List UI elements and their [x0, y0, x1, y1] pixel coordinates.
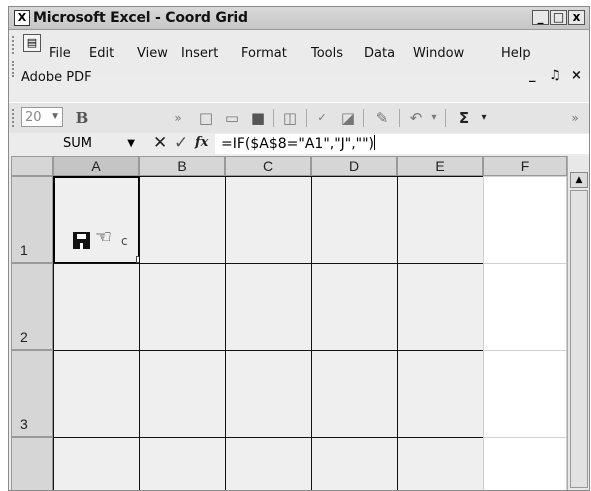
cell-d4[interactable]	[311, 437, 398, 490]
cell-e1[interactable]	[397, 176, 484, 264]
format-painter-icon[interactable]: ✎	[371, 108, 393, 128]
scroll-up-icon[interactable]: ▲	[570, 172, 588, 188]
toolbar-separator	[363, 109, 364, 127]
cancel-icon[interactable]: ✕	[153, 133, 167, 153]
vertical-scrollbar[interactable]: ▲	[567, 156, 589, 490]
cell-c2[interactable]	[225, 263, 312, 351]
scroll-thumb[interactable]	[570, 190, 588, 488]
open-folder-icon[interactable]: ▭	[221, 108, 243, 128]
floppy-disk-icon	[73, 232, 90, 249]
autosum-button[interactable]: Σ	[453, 108, 475, 128]
name-box-value: SUM	[63, 136, 92, 151]
select-all-button[interactable]	[11, 156, 53, 176]
menu-data[interactable]: Data	[364, 46, 395, 61]
mdi-close-button[interactable]: ×	[571, 68, 582, 83]
formatting-toolbar: 20 ▼ B » □ ▭ ■ ◫ ✓ ◪ ✎ ↶ ▾ Σ ▾ »	[9, 102, 589, 134]
font-size-value: 20	[25, 110, 42, 125]
cell-c3[interactable]	[225, 350, 312, 438]
menu-bar: ▤ File Edit View Insert Format Tools Dat…	[9, 30, 589, 85]
mdi-minimize-button[interactable]: _	[529, 68, 536, 83]
toolbar-separator	[445, 109, 446, 127]
cell-b4[interactable]	[139, 437, 226, 490]
cell-c1[interactable]	[225, 176, 312, 264]
row-header-4[interactable]	[11, 437, 53, 490]
cell-d2[interactable]	[311, 263, 398, 351]
minimize-button[interactable]: _	[532, 10, 549, 25]
research-icon[interactable]: ◪	[337, 108, 359, 128]
title-bar: X Microsoft Excel - Coord Grid _ □ x	[9, 7, 589, 30]
bold-button[interactable]: B	[71, 108, 93, 128]
row-header-3[interactable]: 3	[11, 350, 53, 437]
save-icon[interactable]: ■	[247, 108, 269, 128]
window-title: Microsoft Excel - Coord Grid	[33, 10, 248, 26]
worksheet-grid: A B C D E F 1 2 3 ☜ c ▲	[9, 156, 589, 490]
toolbar-grip[interactable]	[12, 109, 17, 127]
cell-a4[interactable]	[53, 437, 140, 490]
formula-input[interactable]: =IF($A$8="A1","J","")	[215, 134, 589, 154]
menu-view[interactable]: View	[137, 46, 168, 61]
cell-f3[interactable]	[483, 350, 567, 438]
cell-e3[interactable]	[397, 350, 484, 438]
cell-b1[interactable]	[139, 176, 226, 264]
toolbar-options-icon[interactable]: »	[167, 108, 189, 128]
cell-f2[interactable]	[483, 263, 567, 351]
toolbar-separator	[306, 109, 307, 127]
row-header-2[interactable]: 2	[11, 263, 53, 350]
cell-e2[interactable]	[397, 263, 484, 351]
toolbar-grip[interactable]	[12, 36, 17, 54]
menu-edit[interactable]: Edit	[89, 46, 114, 61]
cell-a1[interactable]: ☜ c	[53, 176, 143, 264]
cell-a3[interactable]	[53, 350, 140, 438]
column-header-b[interactable]: B	[139, 156, 225, 176]
close-button[interactable]: x	[568, 10, 585, 25]
cell-b2[interactable]	[139, 263, 226, 351]
maximize-button[interactable]: □	[550, 10, 567, 25]
cell-a2[interactable]	[53, 263, 140, 351]
cell-f1[interactable]	[483, 176, 567, 264]
toolbar-separator	[399, 109, 400, 127]
undo-dropdown-icon[interactable]: ▾	[423, 108, 445, 128]
menu-window[interactable]: Window	[413, 46, 464, 61]
menu-adobe-pdf[interactable]: Adobe PDF	[21, 70, 92, 85]
chevron-down-icon[interactable]: ▼	[127, 138, 135, 149]
new-document-icon[interactable]: □	[195, 108, 217, 128]
column-header-a[interactable]: A	[53, 156, 139, 176]
column-header-c[interactable]: C	[225, 156, 311, 176]
column-header-e[interactable]: E	[397, 156, 483, 176]
autosum-dropdown-icon[interactable]: ▾	[473, 108, 495, 128]
column-header-f[interactable]: F	[483, 156, 567, 176]
spelling-icon[interactable]: ✓	[311, 108, 333, 128]
menu-help[interactable]: Help	[501, 46, 531, 61]
row-header-1[interactable]: 1	[11, 176, 53, 263]
font-size-select[interactable]: 20 ▼	[21, 107, 63, 127]
menu-tools[interactable]: Tools	[311, 46, 343, 61]
excel-window: X Microsoft Excel - Coord Grid _ □ x ▤ F…	[8, 6, 590, 491]
cell-a1-text: c	[121, 234, 128, 248]
name-box[interactable]: SUM ▼	[25, 134, 137, 154]
cell-f4[interactable]	[483, 437, 567, 490]
cell-e4[interactable]	[397, 437, 484, 490]
menu-insert[interactable]: Insert	[181, 46, 218, 61]
mdi-restore-button[interactable]: ♫	[549, 68, 561, 83]
toolbar-grip[interactable]	[12, 61, 17, 77]
chevron-down-icon[interactable]: ▼	[50, 111, 60, 122]
cell-c4[interactable]	[225, 437, 312, 490]
column-header-d[interactable]: D	[311, 156, 397, 176]
cell-d3[interactable]	[311, 350, 398, 438]
toolbar-options-icon[interactable]: »	[564, 108, 586, 128]
workbook-icon[interactable]: ▤	[23, 34, 41, 52]
hand-cursor-icon: ☜	[95, 226, 113, 248]
enter-icon[interactable]: ✓	[174, 133, 188, 153]
menu-format[interactable]: Format	[241, 46, 287, 61]
print-preview-icon[interactable]: ◫	[279, 108, 301, 128]
toolbar-separator	[273, 109, 274, 127]
cell-b3[interactable]	[139, 350, 226, 438]
excel-icon: X	[14, 10, 30, 26]
menu-file[interactable]: File	[49, 46, 71, 61]
cell-d1[interactable]	[311, 176, 398, 264]
insert-function-icon[interactable]: fx	[195, 135, 208, 150]
formula-bar: SUM ▼ ✕ ✓ fx =IF($A$8="A1","J","")	[9, 133, 589, 155]
